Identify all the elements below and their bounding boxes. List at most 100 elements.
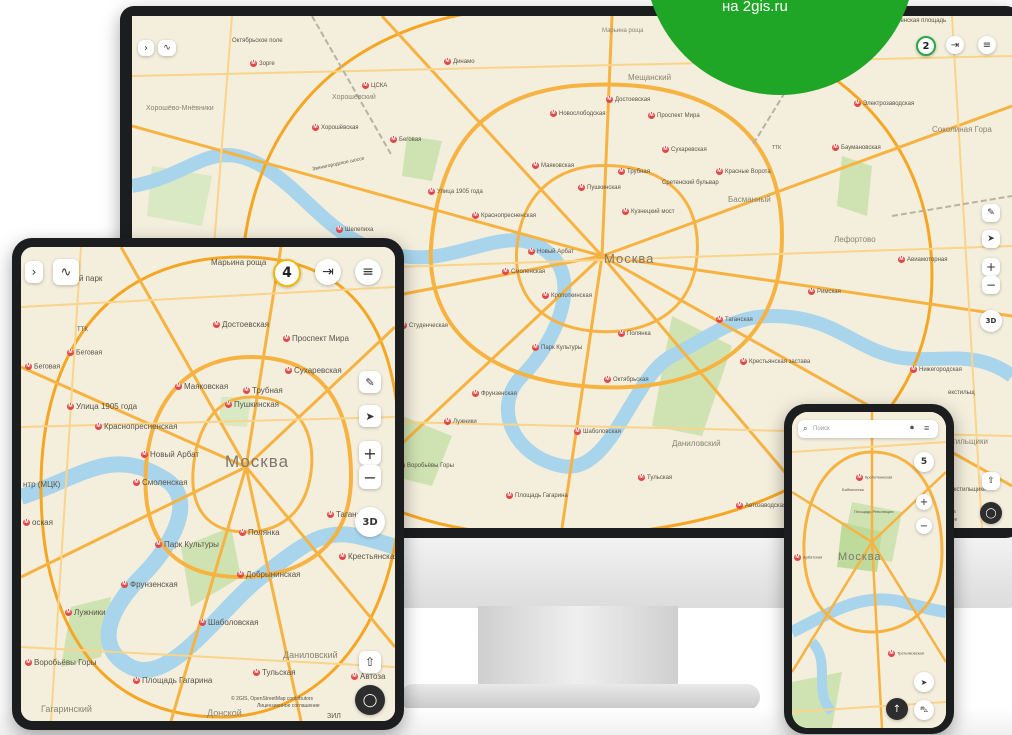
- arrow-up-icon: ↑: [892, 703, 902, 715]
- metro-label: Беговая: [67, 349, 102, 356]
- metro-label: Беговая: [25, 363, 60, 370]
- metro-label: Крестьянская: [339, 553, 395, 561]
- metro-label: Пушкинская: [578, 184, 621, 191]
- share-icon: ⇧: [987, 476, 995, 486]
- district-label: Донской: [207, 708, 242, 718]
- district-label: ЗИЛ: [327, 713, 341, 720]
- 3d-button[interactable]: 3D: [355, 507, 385, 537]
- metro-label: Маяковская: [532, 162, 574, 169]
- tablet-map-graphics: [21, 247, 395, 721]
- route-button[interactable]: ∿: [53, 259, 79, 285]
- microphone-icon[interactable]: ⏺: [910, 424, 914, 432]
- metro-label: Фрунзенская: [121, 581, 178, 589]
- menu-icon: ≡: [982, 39, 992, 51]
- district-label: Марьина роща: [602, 28, 644, 34]
- metro-label: Проспект Мира: [648, 112, 700, 119]
- metro-label: Октябрьская: [604, 376, 649, 383]
- place-label: Площадь Революции: [854, 509, 894, 514]
- metro-label: Новослободская: [550, 110, 606, 117]
- route-button[interactable]: ∿: [158, 40, 176, 56]
- metro-label: Полянка: [239, 529, 280, 537]
- metro-label: Краснопресненская: [472, 212, 536, 219]
- friends-counter-button[interactable]: 5: [914, 452, 934, 472]
- metro-label: Автозаводская: [736, 502, 786, 509]
- friends-counter-button[interactable]: 4: [273, 259, 301, 287]
- phone-map[interactable]: ⌕ Поиск ⏺ ≡ Москва Кропоткинская Площадь…: [792, 412, 946, 728]
- license-link[interactable]: Лицензионное соглашение: [257, 704, 320, 709]
- zoom-out-button[interactable]: −: [359, 465, 381, 489]
- metro-label: Авиамоторная: [898, 256, 947, 263]
- metro-label: Лужники: [65, 609, 106, 617]
- metro-label: Динамо: [444, 58, 475, 65]
- locate-button[interactable]: ➤: [359, 405, 381, 427]
- metro-label: Парк Культуры: [155, 541, 219, 549]
- sidebar-toggle-button[interactable]: ›: [25, 261, 43, 283]
- tablet-map[interactable]: Москва Марьина роща ский парк Достоевска…: [21, 247, 395, 721]
- metro-label: Тульская: [253, 669, 296, 677]
- zoom-out-button[interactable]: −: [982, 276, 1000, 294]
- metro-label: Воробьёвы Горы: [398, 462, 454, 469]
- metro-label: Смоленская: [133, 479, 188, 487]
- minus-icon: −: [919, 520, 929, 532]
- metro-label: Красные Ворота: [716, 168, 771, 175]
- friends-counter-button[interactable]: 2: [916, 36, 936, 56]
- district-label: Соколиная Гора: [932, 125, 992, 134]
- metro-label: Арбатская: [794, 554, 822, 561]
- 3d-button[interactable]: 3D: [980, 310, 1002, 332]
- attribution-text[interactable]: © 2GIS, OpenStreetMap contributors: [231, 697, 313, 702]
- car-route-button[interactable]: ⛍: [914, 700, 934, 720]
- plus-icon: +: [985, 260, 997, 274]
- metro-label: Беговая: [390, 136, 421, 143]
- metro-label: Шаболовская: [574, 428, 621, 435]
- login-button[interactable]: ⇥: [315, 259, 341, 285]
- minus-icon: −: [985, 278, 997, 292]
- share-button[interactable]: ⇧: [982, 472, 1000, 490]
- metro-label: Воробьёвы Горы: [25, 659, 97, 667]
- zoom-in-button[interactable]: +: [916, 494, 932, 510]
- zoom-in-button[interactable]: +: [359, 441, 381, 465]
- chat-button[interactable]: ◯: [980, 502, 1002, 524]
- metro-label: Трубная: [243, 387, 283, 395]
- navigation-button[interactable]: ↑: [886, 698, 908, 720]
- district-label: Даниловский: [283, 650, 338, 660]
- metro-label: Таганская: [716, 316, 753, 323]
- car-icon: ⛍: [919, 705, 929, 714]
- chat-icon: ◯: [362, 692, 378, 708]
- search-icon: ⌕: [803, 424, 808, 433]
- search-bar[interactable]: ⌕ Поиск ⏺ ≡: [798, 420, 938, 438]
- login-button[interactable]: ⇥: [946, 36, 964, 54]
- metro-label: ЦСКА: [362, 82, 387, 89]
- metro-label: Смоленская: [502, 268, 545, 275]
- district-label: Гагаринский: [41, 704, 92, 714]
- login-icon: ⇥: [950, 39, 960, 51]
- menu-button[interactable]: ≡: [978, 36, 996, 54]
- locate-button[interactable]: ➤: [982, 230, 1000, 248]
- metro-label: Площадь Гагарина: [506, 492, 568, 499]
- menu-icon[interactable]: ≡: [924, 424, 929, 433]
- metro-label: Пушкинская: [225, 401, 279, 409]
- locate-button[interactable]: ➤: [914, 672, 934, 692]
- zoom-out-button[interactable]: −: [916, 518, 932, 534]
- metro-label: Улица 1905 года: [67, 403, 137, 411]
- metro-label: Улица 1905 года: [428, 188, 483, 195]
- search-placeholder: Поиск: [813, 426, 830, 432]
- share-button[interactable]: ⇧: [359, 651, 381, 673]
- plus-icon: +: [363, 443, 377, 463]
- metro-label: Новый Арбат: [141, 451, 199, 459]
- river: [792, 593, 946, 638]
- metro-label: Краснопресненская: [95, 423, 177, 431]
- ruler-button[interactable]: ✎: [359, 371, 381, 393]
- sidebar-toggle-button[interactable]: ›: [138, 40, 154, 56]
- place-label: Библиотека: [842, 487, 864, 492]
- metro-label: Сухаревская: [662, 146, 707, 153]
- city-label: Москва: [225, 452, 290, 471]
- ruler-button[interactable]: ✎: [982, 204, 1000, 222]
- park-area: [792, 672, 842, 728]
- metro-label: Кузнецкий мост: [622, 208, 675, 215]
- zoom-in-button[interactable]: +: [982, 258, 1000, 276]
- promo-text[interactable]: на 2gis.ru: [722, 0, 788, 15]
- chat-button[interactable]: ◯: [355, 685, 385, 715]
- district-label: Басманный: [728, 195, 771, 204]
- metro-label: Третьяковская: [888, 650, 924, 657]
- menu-button[interactable]: ≡: [355, 259, 381, 285]
